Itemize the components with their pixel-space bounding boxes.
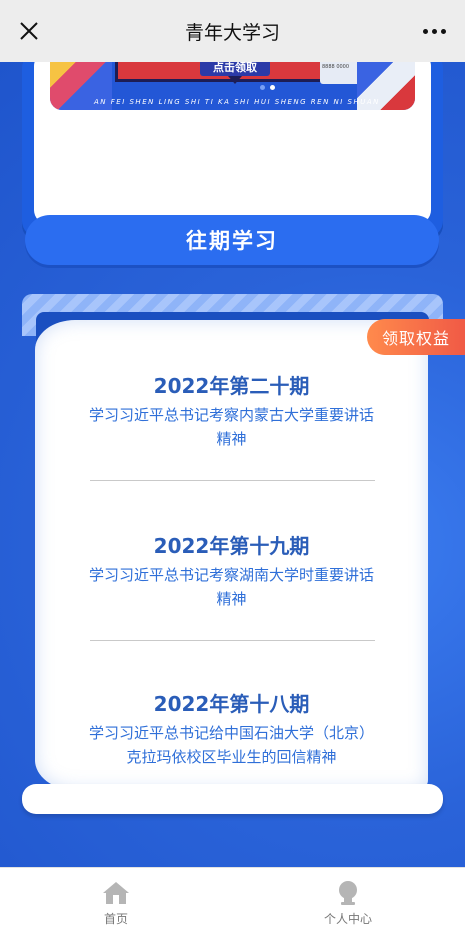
banner-card: 点击领取 6230 9680 8888 0000 AN FEI SHEN LIN…: [34, 62, 431, 224]
top-navigation-bar: 青年大学习: [0, 0, 465, 63]
carousel-dot: [260, 85, 265, 90]
close-icon[interactable]: [14, 16, 44, 46]
scroll-paper-list[interactable]: 2022年第二十期 学习习近平总书记考察内蒙古大学重要讲话精神 2022年第十九…: [35, 320, 428, 790]
tab-profile-label: 个人中心: [323, 912, 372, 926]
user-icon: [339, 881, 357, 905]
entry-subtitle: 学习习近平总书记考察湖南大学时重要讲话精神: [88, 566, 374, 608]
tab-profile[interactable]: 个人中心: [288, 880, 408, 927]
page-title: 青年大学习: [184, 21, 280, 44]
more-icon[interactable]: [417, 16, 451, 46]
divider: [90, 640, 375, 641]
pointer-icon: [228, 76, 242, 84]
entry-subtitle: 学习习近平总书记给中国石油大学（北京）克拉玛依校区毕业生的回信精神: [88, 724, 374, 766]
banner-container: 点击领取 6230 9680 8888 0000 AN FEI SHEN LIN…: [22, 62, 443, 237]
list-item[interactable]: 2022年第十九期 学习习近平总书记考察湖南大学时重要讲话精神: [35, 530, 428, 611]
tab-home-label: 首页: [103, 912, 128, 926]
claim-benefits-button[interactable]: 领取权益: [367, 319, 465, 355]
entry-period: 2022年第十九期: [153, 534, 310, 558]
divider: [90, 480, 375, 481]
entry-period: 2022年第十八期: [153, 692, 310, 716]
bottom-tab-bar: 首页 个人中心: [0, 867, 465, 934]
main-content[interactable]: 点击领取 6230 9680 8888 0000 AN FEI SHEN LIN…: [0, 62, 465, 867]
bank-card-image: 6230 9680 8888 0000: [320, 62, 360, 84]
carousel-dot-active: [270, 85, 275, 90]
tab-home[interactable]: 首页: [56, 880, 176, 927]
entry-subtitle: 学习习近平总书记考察内蒙古大学重要讲话精神: [88, 406, 374, 448]
list-item[interactable]: 2022年第十八期 学习习近平总书记给中国石油大学（北京）克拉玛依校区毕业生的回…: [35, 688, 428, 769]
list-item[interactable]: 2022年第二十期 学习习近平总书记考察内蒙古大学重要讲话精神: [35, 370, 428, 451]
home-icon: [103, 882, 129, 904]
carousel-indicator: [260, 85, 275, 90]
claim-button[interactable]: 点击领取: [200, 62, 270, 76]
entry-period: 2022年第二十期: [153, 374, 310, 398]
banner-pinyin-text: AN FEI SHEN LING SHI TI KA SHI HUI SHENG…: [94, 98, 380, 106]
section-title: 往期学习: [186, 229, 278, 253]
promo-banner[interactable]: 点击领取 6230 9680 8888 0000 AN FEI SHEN LIN…: [50, 62, 415, 110]
section-header-past-learning: 往期学习: [25, 215, 439, 265]
scroll-bottom-roller: [22, 784, 443, 814]
